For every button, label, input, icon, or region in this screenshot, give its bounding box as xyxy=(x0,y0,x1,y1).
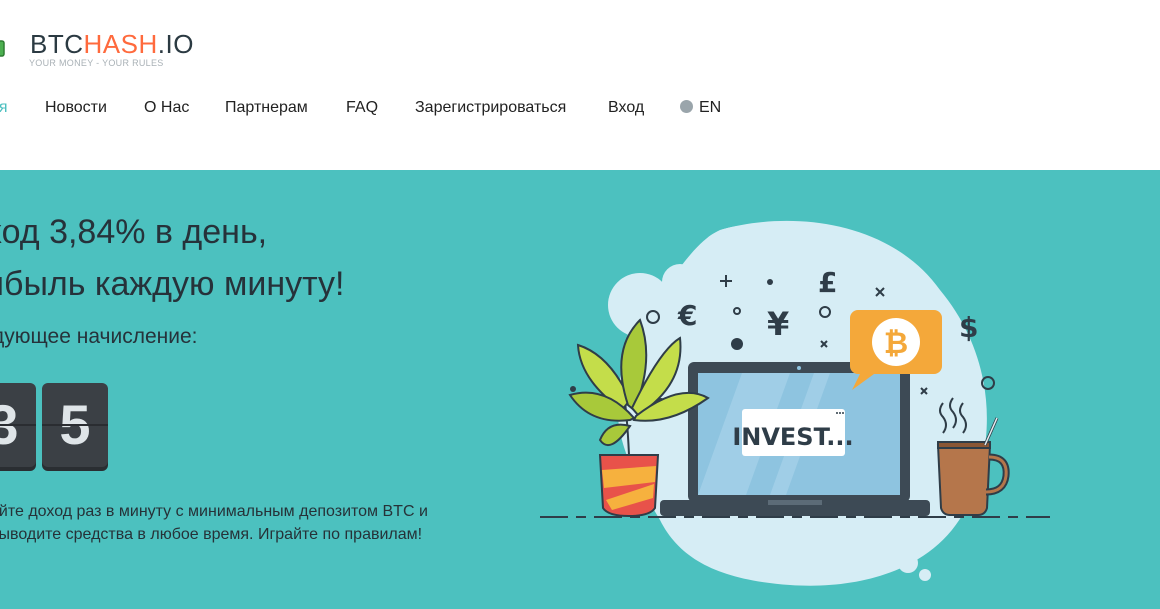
hero-headline-line2: ибыль каждую минуту! xyxy=(0,265,345,303)
brand-prefix: BTC xyxy=(30,29,84,59)
invest-illustration: € £ ¥ $ INVEST... ₿ xyxy=(540,220,1050,586)
logo-icon xyxy=(0,38,5,60)
svg-text:¥: ¥ xyxy=(767,305,789,343)
globe-icon xyxy=(680,100,693,113)
laptop-screen-text: INVEST... xyxy=(732,423,853,451)
nav-item-news[interactable]: Новости xyxy=(45,99,107,117)
nav-item-home[interactable]: ая xyxy=(0,99,8,117)
language-label: EN xyxy=(699,99,722,116)
nav-item-about[interactable]: О Нас xyxy=(144,99,189,117)
nav-item-register[interactable]: Зарегистрироваться xyxy=(415,99,566,117)
brand-tagline: YOUR MONEY - YOUR RULES xyxy=(29,58,164,68)
hero-description: айте доход раз в минуту с минимальным де… xyxy=(0,503,428,543)
countdown-digit: 3 xyxy=(0,383,36,467)
nav-item-partners[interactable]: Партнерам xyxy=(225,99,308,117)
next-accrual-label: дующее начисление: xyxy=(0,325,198,348)
svg-text:€: € xyxy=(677,299,697,332)
svg-text:₿: ₿ xyxy=(884,326,908,361)
nav-item-login[interactable]: Вход xyxy=(608,99,644,117)
countdown-digit-value: 3 xyxy=(0,393,19,456)
hero-headline-line1: ход 3,84% в день, xyxy=(0,213,268,251)
hero-section: ход 3,84% в день, ибыль каждую минуту! д… xyxy=(0,170,1160,609)
nav-item-faq[interactable]: FAQ xyxy=(346,99,378,117)
svg-text:$: $ xyxy=(959,311,978,344)
svg-text:£: £ xyxy=(818,266,837,299)
brand-highlight: HASH xyxy=(83,29,158,59)
countdown-digit-value: 5 xyxy=(59,393,91,456)
brand-suffix: .IO xyxy=(157,29,194,59)
language-switcher[interactable]: EN xyxy=(680,99,721,117)
brand-logo-text[interactable]: BTCHASH.IO xyxy=(30,30,194,58)
countdown-digit: 5 xyxy=(42,383,108,467)
